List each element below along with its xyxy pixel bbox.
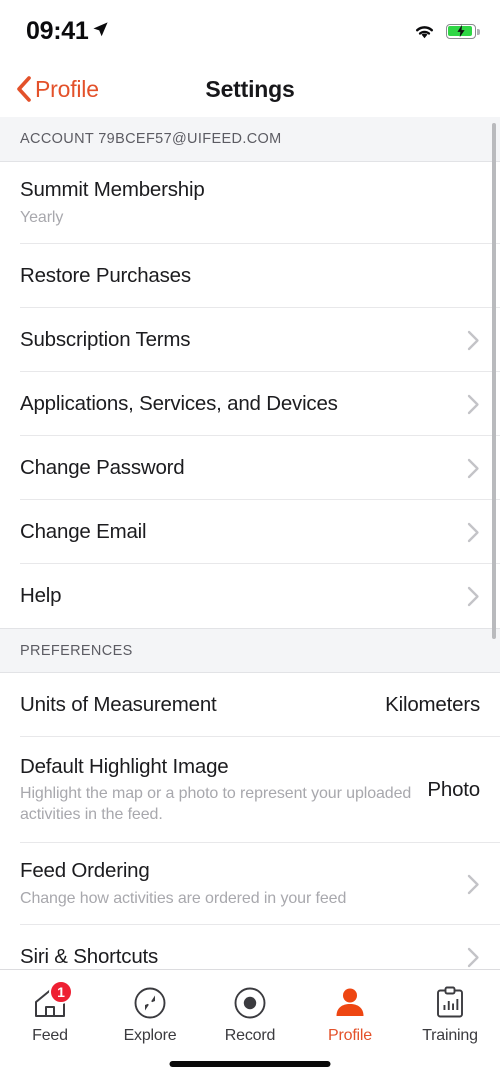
navigation-bar: Profile Settings xyxy=(0,62,500,116)
tab-label: Feed xyxy=(32,1027,68,1044)
status-bar-time: 09:41 xyxy=(26,16,89,45)
row-text-block: Summit Membership Yearly xyxy=(20,178,480,227)
row-accessory: Kilometers xyxy=(385,693,480,717)
person-icon xyxy=(336,988,364,1016)
tab-icon-wrapper: 1 xyxy=(30,980,73,1022)
row-text-block: Help xyxy=(20,584,467,608)
row-accessory xyxy=(467,947,480,968)
row-accessory xyxy=(467,522,480,543)
row-summit-membership[interactable]: Summit Membership Yearly xyxy=(0,162,500,244)
row-title: Units of Measurement xyxy=(20,692,217,716)
row-help[interactable]: Help xyxy=(0,564,500,628)
tab-label: Explore xyxy=(123,1027,177,1044)
chevron-right-icon xyxy=(467,586,479,606)
row-title: Applications, Services, and Devices xyxy=(20,391,338,415)
row-text-block: Change Email xyxy=(20,520,467,544)
row-title: Help xyxy=(20,583,62,607)
section-header-preferences: PREFERENCES xyxy=(0,628,500,673)
chevron-right-icon xyxy=(467,394,479,414)
settings-screen: 09:41 Profile Settings ACCOUNT 79BCEF57@… xyxy=(0,0,500,1080)
row-accessory xyxy=(467,330,480,351)
row-subtitle: Yearly xyxy=(20,208,64,226)
tab-icon-wrapper xyxy=(130,984,170,1022)
tab-label: Profile xyxy=(328,1027,372,1044)
row-text-block: Applications, Services, and Devices xyxy=(20,392,467,416)
section-header-account: ACCOUNT 79BCEF57@UIFEED.COM xyxy=(0,117,500,162)
row-units-of-measurement[interactable]: Units of Measurement Kilometers xyxy=(0,673,500,737)
lightning-bolt-icon xyxy=(457,24,465,38)
status-bar-right xyxy=(413,22,480,40)
feed-badge: 1 xyxy=(49,980,73,1004)
row-value: Kilometers xyxy=(385,693,480,716)
chevron-right-icon xyxy=(467,874,479,894)
row-text-block: Units of Measurement xyxy=(20,693,385,717)
row-title: Default Highlight Image xyxy=(20,754,229,778)
row-value: Photo xyxy=(427,778,480,801)
chevron-right-icon xyxy=(467,522,479,542)
status-bar-left: 09:41 xyxy=(26,17,109,46)
compass-icon xyxy=(134,987,166,1019)
row-subtitle: Change how activities are ordered in you… xyxy=(20,889,347,907)
row-title: Subscription Terms xyxy=(20,327,191,351)
row-accessory xyxy=(467,874,480,895)
row-title: Restore Purchases xyxy=(20,263,191,287)
battery-charging-icon xyxy=(446,23,480,39)
row-text-block: Subscription Terms xyxy=(20,328,467,352)
row-text-block: Siri & Shortcuts xyxy=(20,945,467,969)
status-bar: 09:41 xyxy=(0,0,500,62)
row-title: Change Email xyxy=(20,519,147,543)
tab-icon-wrapper xyxy=(230,984,270,1022)
wifi-icon xyxy=(415,26,434,39)
row-change-password[interactable]: Change Password xyxy=(0,436,500,500)
tab-label: Training xyxy=(422,1027,478,1044)
chevron-right-icon xyxy=(467,458,479,478)
tab-feed[interactable]: 1 Feed xyxy=(0,970,100,1080)
row-title: Summit Membership xyxy=(20,178,205,202)
tab-icon-wrapper xyxy=(430,984,470,1022)
row-accessory xyxy=(467,394,480,415)
row-applications-services-devices[interactable]: Applications, Services, and Devices xyxy=(0,372,500,436)
row-text-block: Feed Ordering Change how activities are … xyxy=(20,859,467,908)
row-accessory: Photo xyxy=(427,778,480,802)
home-indicator xyxy=(169,1061,331,1067)
row-subtitle: Highlight the map or a photo to represen… xyxy=(20,784,412,824)
row-text-block: Restore Purchases xyxy=(20,264,480,288)
row-change-email[interactable]: Change Email xyxy=(0,500,500,564)
record-dot-icon xyxy=(234,987,266,1019)
row-restore-purchases[interactable]: Restore Purchases xyxy=(0,244,500,308)
vertical-scrollbar[interactable] xyxy=(492,123,496,639)
settings-list[interactable]: ACCOUNT 79BCEF57@UIFEED.COM Summit Membe… xyxy=(0,117,500,969)
section-header-label: ACCOUNT 79BCEF57@UIFEED.COM xyxy=(20,131,282,147)
chevron-right-icon xyxy=(467,330,479,350)
row-title: Feed Ordering xyxy=(20,859,150,883)
clipboard-chart-icon xyxy=(437,986,463,1018)
row-feed-ordering[interactable]: Feed Ordering Change how activities are … xyxy=(0,843,500,925)
page-title: Settings xyxy=(205,75,295,102)
row-default-highlight-image[interactable]: Default Highlight Image Highlight the ma… xyxy=(0,737,500,843)
row-title: Change Password xyxy=(20,455,185,479)
tab-label: Record xyxy=(224,1027,276,1044)
chevron-right-icon xyxy=(467,947,479,967)
tab-training[interactable]: Training xyxy=(400,970,500,1080)
row-text-block: Change Password xyxy=(20,456,467,480)
row-siri-and-shortcuts[interactable]: Siri & Shortcuts xyxy=(0,925,500,969)
tab-icon-wrapper xyxy=(330,984,370,1022)
row-text-block: Default Highlight Image Highlight the ma… xyxy=(20,755,427,825)
section-header-label: PREFERENCES xyxy=(20,642,133,659)
location-arrow-icon xyxy=(93,22,109,37)
row-accessory xyxy=(467,586,480,607)
row-accessory xyxy=(467,458,480,479)
row-subscription-terms[interactable]: Subscription Terms xyxy=(0,308,500,372)
row-title: Siri & Shortcuts xyxy=(20,944,159,968)
